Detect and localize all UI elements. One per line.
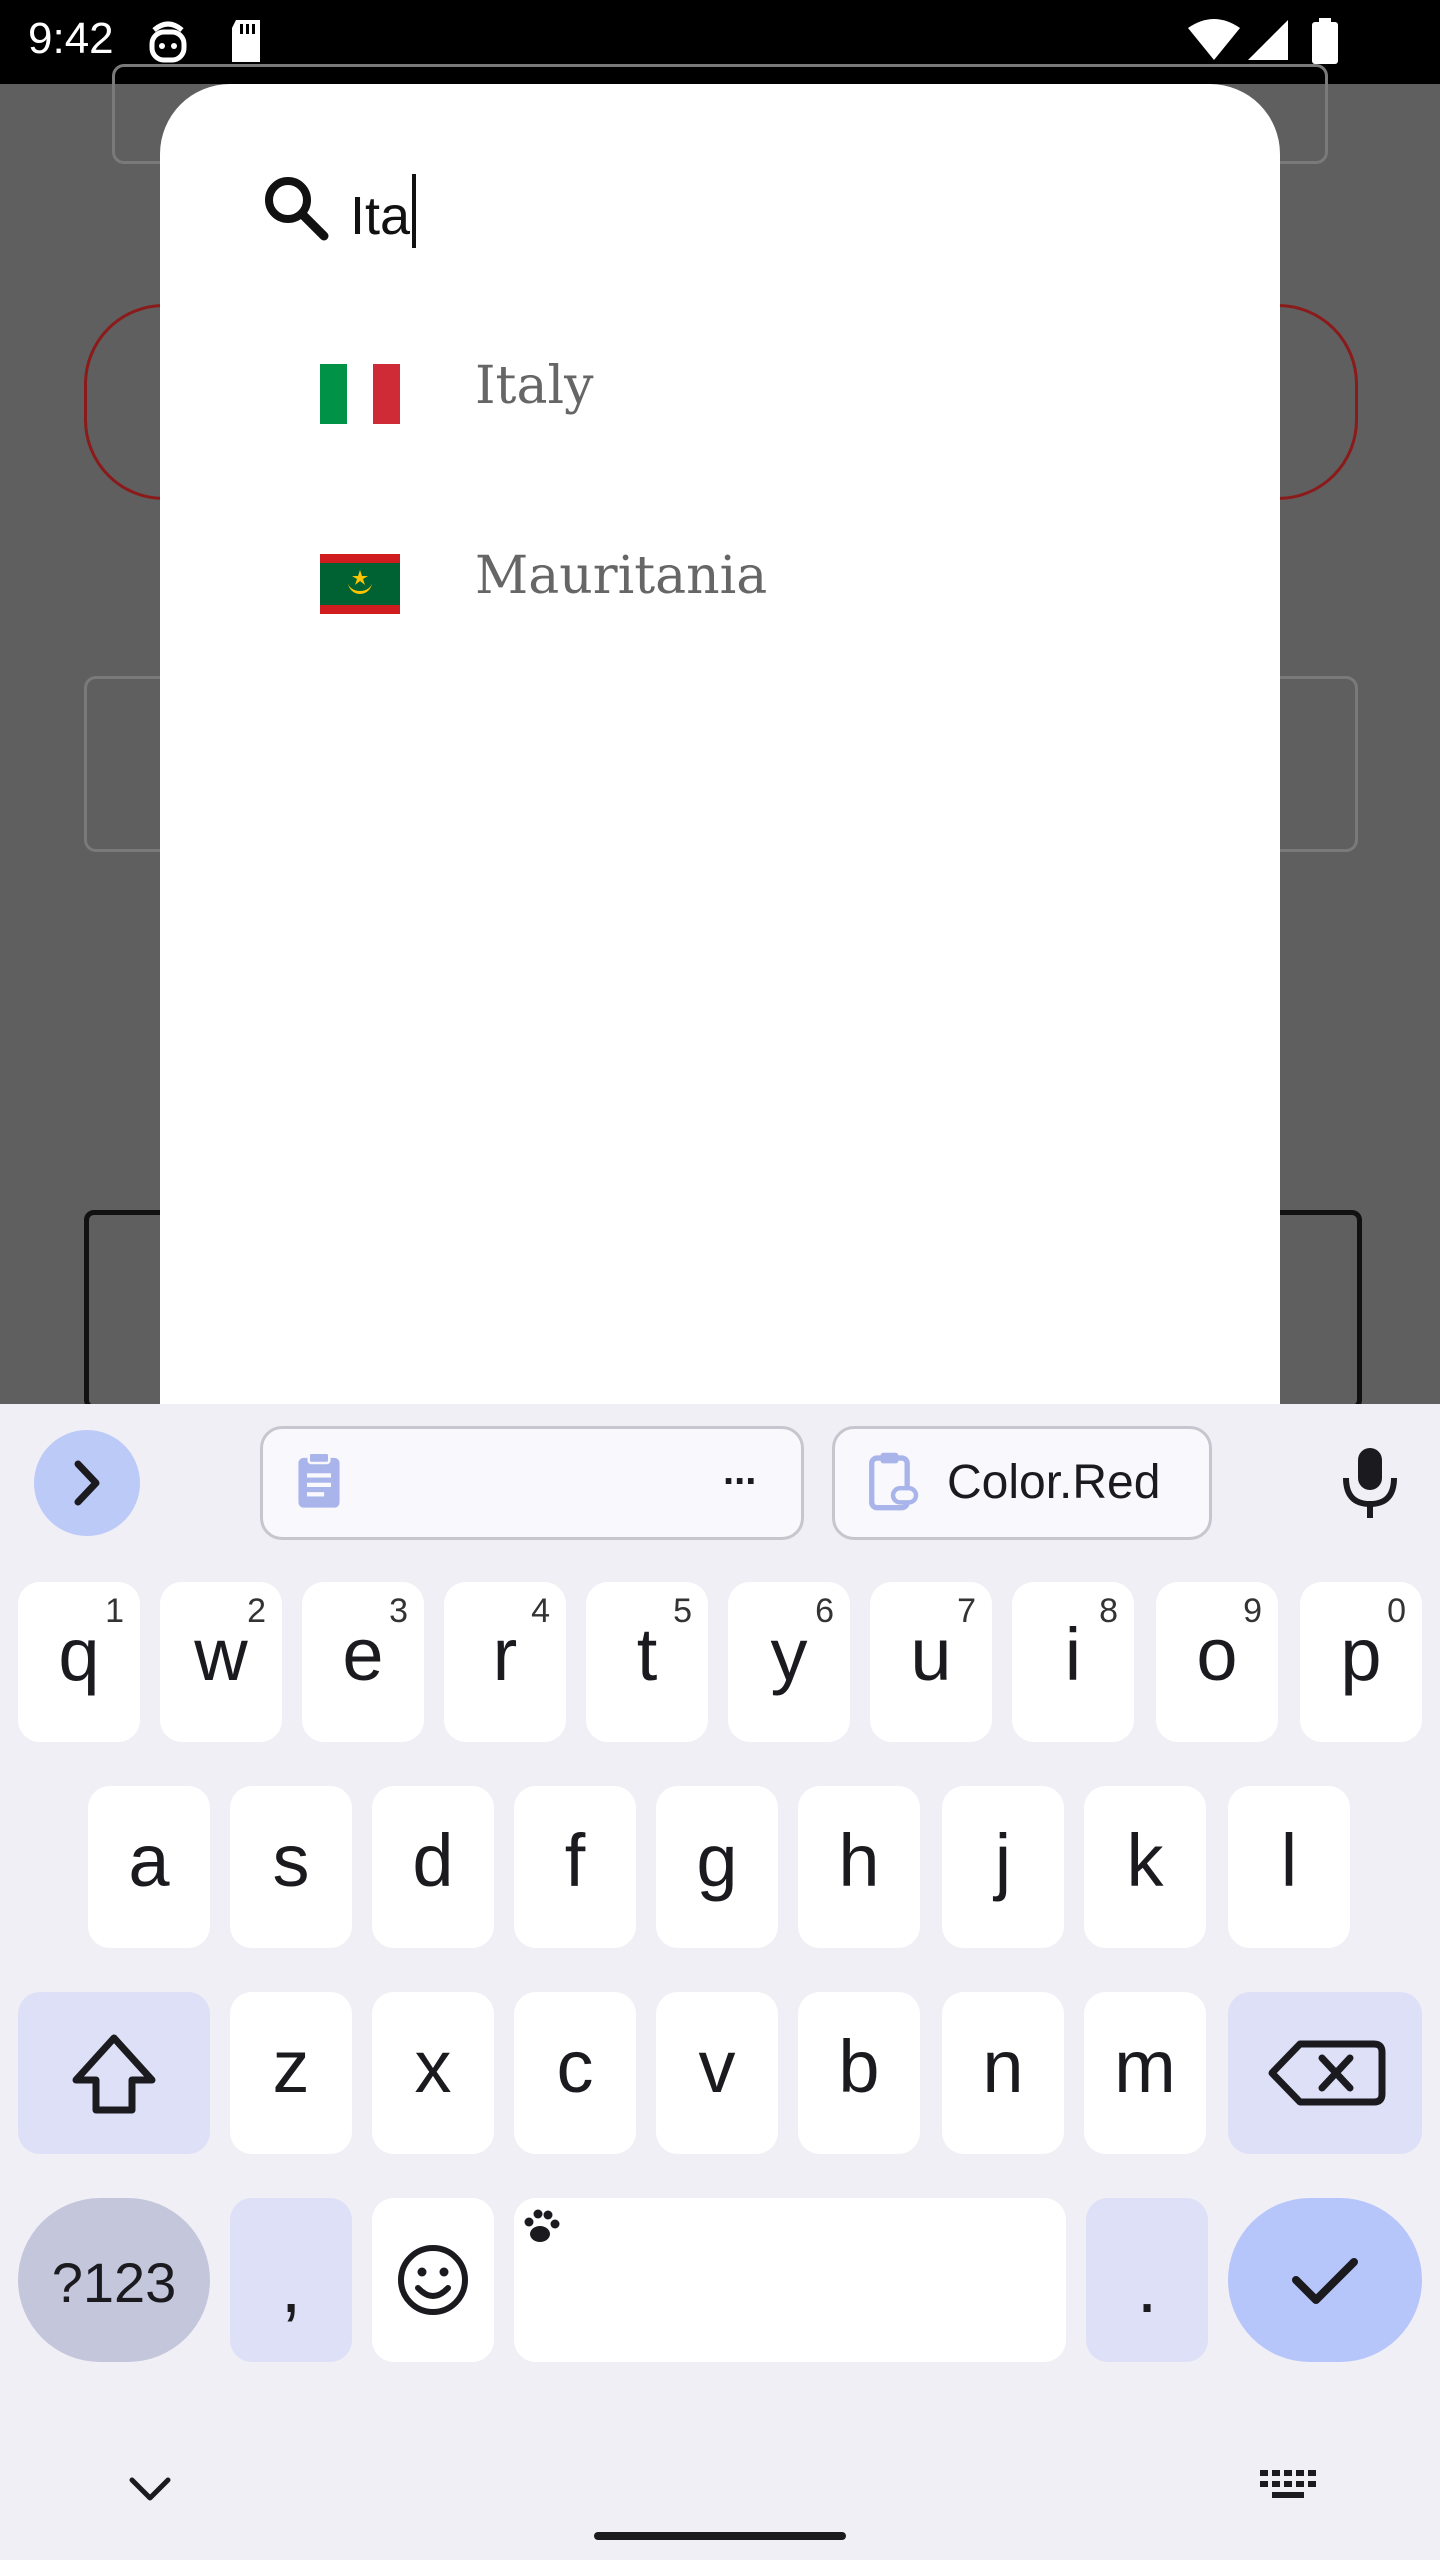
battery-icon <box>1312 18 1338 64</box>
key-n[interactable]: n <box>942 1992 1064 2154</box>
key-q[interactable]: q1 <box>18 1582 140 1742</box>
shift-key[interactable] <box>18 1992 210 2154</box>
key-e[interactable]: e3 <box>302 1582 424 1742</box>
country-item-mauritania[interactable]: Mauritania <box>160 494 1280 674</box>
home-gesture-handle[interactable] <box>594 2532 846 2540</box>
comma-key[interactable]: , <box>230 2198 352 2362</box>
expand-toolbar-button[interactable] <box>34 1430 140 1536</box>
key-a[interactable]: a <box>88 1786 210 1948</box>
italy-flag-icon <box>320 364 400 424</box>
sd-card-icon <box>232 20 260 62</box>
key-h[interactable]: h <box>798 1786 920 1948</box>
search-bar[interactable]: Ita <box>260 154 1160 264</box>
country-picker-dialog: Ita Italy Mauritania <box>160 84 1280 1404</box>
country-item-italy[interactable]: Italy <box>160 304 1280 484</box>
key-v[interactable]: v <box>656 1992 778 2154</box>
clipboard-chip[interactable]: ... <box>260 1426 804 1540</box>
key-m[interactable]: m <box>1084 1992 1206 2154</box>
search-input[interactable]: Ita <box>350 174 417 248</box>
navigation-bar <box>0 2420 1440 2560</box>
clipboard-link-icon <box>869 1452 919 1511</box>
soft-keyboard <box>0 1404 1440 2560</box>
chevron-right-icon <box>74 1460 100 1506</box>
keyboard-suggestion-strip: ... Color.Red <box>0 1404 1440 1554</box>
text-caret <box>412 174 417 248</box>
key-g[interactable]: g <box>656 1786 778 1948</box>
key-r[interactable]: r4 <box>444 1582 566 1742</box>
key-z[interactable]: z <box>230 1992 352 2154</box>
key-o[interactable]: o9 <box>1156 1582 1278 1742</box>
key-p[interactable]: p0 <box>1300 1582 1422 1742</box>
key-s[interactable]: s <box>230 1786 352 1948</box>
keyboard-switch-icon[interactable] <box>1258 2468 1322 2508</box>
face-icon <box>149 21 187 63</box>
status-time: 9:42 <box>28 14 114 63</box>
key-d[interactable]: d <box>372 1786 494 1948</box>
space-key[interactable] <box>514 2198 1066 2362</box>
enter-key[interactable] <box>1228 2198 1422 2362</box>
key-b[interactable]: b <box>798 1992 920 2154</box>
suggestion-chip-label: Color.Red <box>947 1456 1161 1509</box>
microphone-icon[interactable] <box>1330 1442 1410 1522</box>
key-k[interactable]: k <box>1084 1786 1206 1948</box>
checkmark-icon <box>1292 2258 1358 2304</box>
signal-icon <box>1248 20 1288 60</box>
search-input-value: Ita <box>350 186 411 246</box>
key-w[interactable]: w2 <box>160 1582 282 1742</box>
key-u[interactable]: u7 <box>870 1582 992 1742</box>
backspace-icon <box>1268 2040 1386 2106</box>
suggestion-chip[interactable]: Color.Red <box>832 1426 1212 1540</box>
paw-icon <box>524 2209 560 2242</box>
mauritania-flag-icon <box>320 554 400 614</box>
wifi-icon <box>1188 19 1240 60</box>
search-icon <box>265 177 329 241</box>
clipboard-icon <box>298 1451 340 1508</box>
emoji-key[interactable] <box>372 2198 494 2362</box>
key-y[interactable]: y6 <box>728 1582 850 1742</box>
shift-icon <box>72 2034 156 2114</box>
key-l[interactable]: l <box>1228 1786 1350 1948</box>
symbols-key[interactable]: ?123 <box>18 2198 210 2362</box>
country-name: Mauritania <box>475 546 768 606</box>
key-c[interactable]: c <box>514 1992 636 2154</box>
key-f[interactable]: f <box>514 1786 636 1948</box>
emoji-icon <box>398 2245 468 2315</box>
key-j[interactable]: j <box>942 1786 1064 1948</box>
clipboard-chip-label: ... <box>723 1449 757 1493</box>
backspace-key[interactable] <box>1228 1992 1422 2154</box>
hide-keyboard-icon[interactable] <box>120 2460 180 2520</box>
country-name: Italy <box>475 356 594 416</box>
key-t[interactable]: t5 <box>586 1582 708 1742</box>
key-i[interactable]: i8 <box>1012 1582 1134 1742</box>
period-key[interactable]: . <box>1086 2198 1208 2362</box>
key-x[interactable]: x <box>372 1992 494 2154</box>
